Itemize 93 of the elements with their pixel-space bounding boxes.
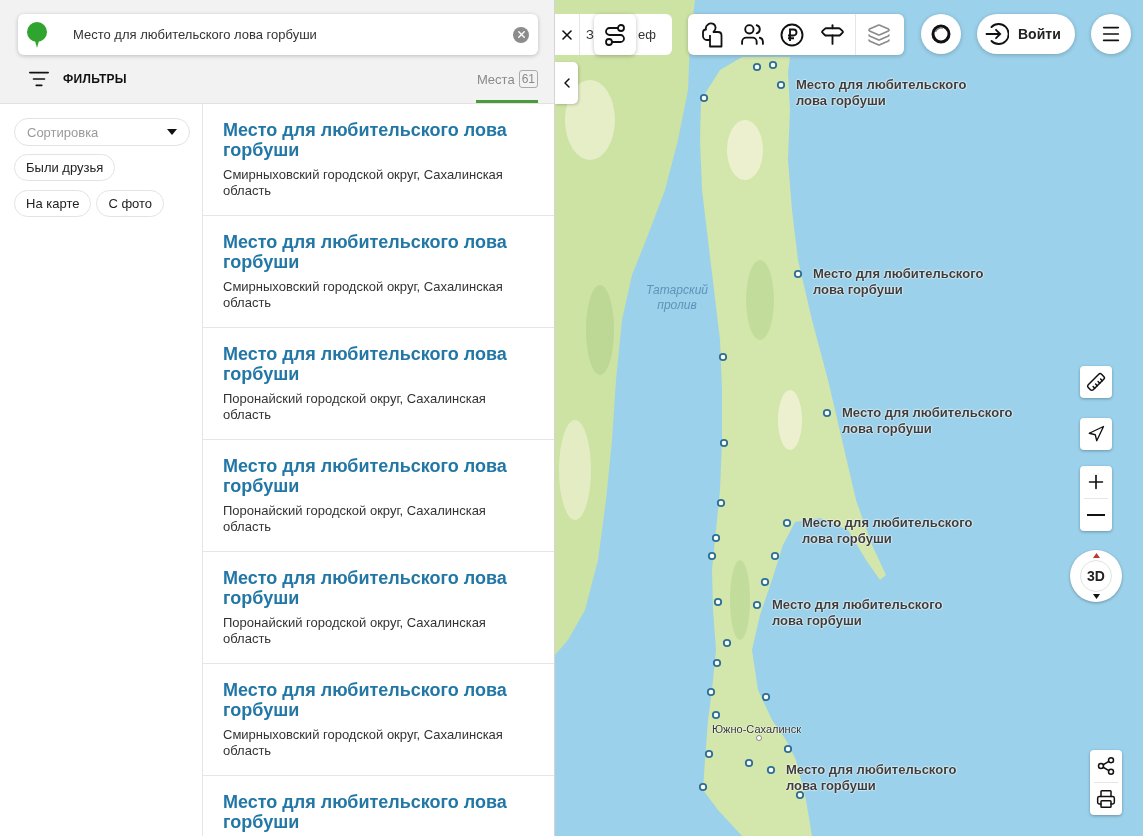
result-item[interactable]: Место для любительского лова горбуши Поронайский городской округ, Сахалинская область (203, 440, 554, 552)
result-title-link[interactable]: Место для любительского лова горбуши (223, 344, 524, 384)
search-field[interactable]: Место для любительского лова горбуши (18, 14, 538, 55)
marker-icon[interactable] (760, 577, 770, 587)
tilt-3d-button[interactable]: 3D (1080, 560, 1112, 592)
marker-icon[interactable] (822, 408, 832, 418)
ring-icon (931, 24, 951, 44)
filter-chip[interactable]: Были друзья (14, 154, 116, 181)
people-icon (739, 22, 765, 47)
marker-icon[interactable] (752, 62, 762, 72)
result-item[interactable]: Место для любительского лова горбуши Смирныховский городской округ, Сахалинская область (203, 216, 554, 328)
close-button[interactable] (555, 14, 580, 55)
person-icon (701, 21, 723, 48)
city-dot-icon (756, 735, 762, 741)
filter-chip[interactable]: На карте (14, 190, 92, 217)
marker-icon[interactable] (707, 551, 717, 561)
place-label[interactable]: Место для любительского лова горбуши (796, 77, 986, 109)
place-label[interactable]: Место для любительского лова горбуши (786, 762, 976, 794)
marker-icon[interactable] (704, 749, 714, 759)
result-title-link[interactable]: Место для любительского лова горбуши (223, 568, 524, 608)
marker-icon[interactable] (752, 600, 762, 610)
login-button[interactable]: Войти (977, 14, 1075, 54)
result-title-link[interactable]: Место для любительского лова горбуши (223, 792, 524, 832)
marker-icon[interactable] (706, 687, 716, 697)
filters-button[interactable]: ФИЛЬТРЫ (18, 55, 127, 103)
layers-icon (867, 22, 891, 47)
route-icon (603, 22, 627, 47)
marker-icon[interactable] (718, 352, 728, 362)
place-label[interactable]: Место для любительского лова горбуши (802, 515, 992, 547)
clear-button[interactable] (513, 26, 529, 43)
marker-icon[interactable] (716, 498, 726, 508)
count-badge: 61 (518, 70, 538, 88)
result-item[interactable]: Место для любительского лова горбуши Поронайский городской округ, Сахалинская область (203, 552, 554, 664)
marker-icon[interactable] (770, 551, 780, 561)
marker-icon[interactable] (698, 782, 708, 792)
result-address: Смирныховский городской округ, Сахалинская область (223, 279, 504, 311)
tree-logo-icon (26, 21, 48, 48)
marker-icon[interactable] (713, 597, 723, 607)
marker-icon[interactable] (776, 80, 786, 90)
signpost-icon (819, 22, 845, 47)
marker-icon[interactable] (699, 93, 709, 103)
result-title-link[interactable]: Место для любительского лова горбуши (223, 232, 524, 272)
tilt-down-icon[interactable] (1092, 594, 1100, 599)
printer-icon (1096, 789, 1116, 809)
result-address: Смирныховский городской округ, Сахалинская область (223, 167, 504, 199)
result-title-link[interactable]: Место для любительского лова горбуши (223, 456, 524, 496)
result-item[interactable]: Место для любительского лова горбуши Смирныховский городской округ, Сахалинская область (203, 664, 554, 776)
caret-icon[interactable] (167, 129, 177, 135)
marker-icon[interactable] (766, 765, 776, 775)
result-address: Поронайский городской округ, Сахалинская область (223, 503, 487, 535)
share-icon (1096, 756, 1116, 776)
route-button[interactable] (594, 14, 636, 55)
water-label: Татарский пролив (645, 283, 709, 313)
city-label: Южно-Сахалинск (712, 722, 801, 736)
result-address: Смирныховский городской округ, Сахалинская область (223, 727, 504, 759)
layer-chip[interactable]: З еф (580, 14, 672, 55)
ruler-icon (1086, 372, 1106, 392)
close-icon (515, 29, 527, 40)
place-label[interactable]: Место для любительского лова горбуши (772, 597, 962, 629)
layer-chip-label-end: еф (638, 27, 656, 42)
result-address: Поронайский городской округ, Сахалинская область (223, 615, 487, 647)
ruble-icon (780, 22, 804, 47)
marker-icon[interactable] (782, 518, 792, 528)
tilt-up-icon[interactable] (1092, 553, 1100, 558)
navigation-arrow-icon (1087, 425, 1105, 443)
marker-icon[interactable] (744, 758, 754, 768)
marker-icon[interactable] (795, 790, 805, 800)
minus-icon (1087, 514, 1105, 516)
layer-chip-label-start: З (586, 27, 594, 42)
marker-icon[interactable] (793, 269, 803, 279)
collapse-button[interactable] (555, 62, 578, 104)
marker-icon[interactable] (768, 60, 778, 70)
filter-chip[interactable]: С фото (96, 190, 165, 217)
search-input[interactable]: Место для любительского лова горбуши (73, 24, 501, 45)
place-label[interactable]: Место для любительского лова горбуши (813, 266, 1003, 298)
place-label[interactable]: Место для любительского лова горбуши (842, 405, 1032, 437)
marker-icon[interactable] (783, 744, 793, 754)
marker-icon[interactable] (711, 533, 721, 543)
marker-icon[interactable] (761, 692, 771, 702)
marker-icon[interactable] (712, 658, 722, 668)
result-address: Поронайский городской округ, Сахалинская область (223, 391, 487, 423)
login-icon (985, 22, 1009, 46)
result-item[interactable]: Место для любительского лова горбуши Смирныховский городской округ, Сахалинская область (203, 104, 554, 216)
result-item[interactable]: Место для любительского лова горбуши Поронайский городской округ, Сахалинская область (203, 328, 554, 440)
marker-icon[interactable] (711, 710, 721, 720)
marker-icon[interactable] (719, 438, 729, 448)
ruler-button[interactable] (1080, 366, 1112, 398)
marker-icon[interactable] (722, 638, 732, 648)
result-item[interactable]: Место для любительского лова горбуши (203, 776, 554, 836)
result-title-link[interactable]: Место для любительского лова горбуши (223, 680, 524, 720)
filters-label: ФИЛЬТРЫ (63, 72, 127, 86)
locate-button[interactable] (1080, 418, 1112, 450)
result-title-link[interactable]: Место для любительского лова горбуши (223, 120, 524, 160)
